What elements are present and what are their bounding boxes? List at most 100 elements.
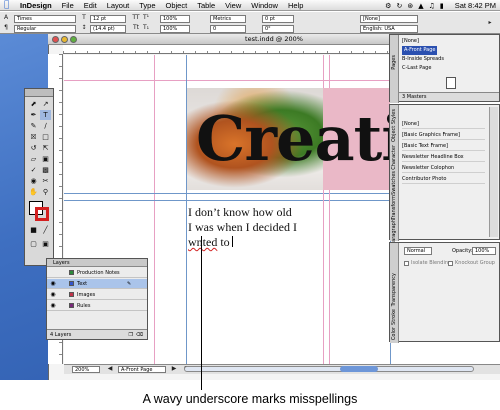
volume-icon[interactable]: ♫ [429, 2, 435, 10]
superscript-icon[interactable]: T¹ [142, 14, 150, 22]
scissors-tool-icon[interactable]: ✂ [40, 176, 51, 186]
font-family-field[interactable]: Times [14, 15, 76, 23]
apply-color-icon[interactable]: ■ [28, 225, 39, 235]
paragraph-mode-icon[interactable]: ¶ [2, 24, 10, 32]
pages-side-tab[interactable]: Pages [390, 35, 399, 103]
baseline-shift-field[interactable]: 0 pt [262, 15, 294, 23]
close-button-icon[interactable] [52, 36, 59, 43]
transparency-tab-label[interactable]: Transparency [391, 273, 397, 306]
menu-clock[interactable]: Sat 8:42 PM [455, 1, 496, 10]
transparency-side-tabs[interactable]: Transparency Stroke Color [390, 243, 399, 343]
object-style-item[interactable]: [Basic Graphics Frame] [402, 130, 485, 140]
eye-icon[interactable]: ◉ [49, 279, 57, 289]
minimize-button-icon[interactable] [61, 36, 68, 43]
isolate-checkbox[interactable] [404, 261, 409, 266]
swatches-tab-label[interactable]: Swatches [391, 171, 397, 195]
zoom-tool-icon[interactable]: ⚲ [40, 187, 51, 197]
font-size-field[interactable]: 12 pt [90, 15, 126, 23]
layers-tab[interactable]: Layers [47, 259, 147, 267]
all-caps-icon[interactable]: TT [132, 14, 140, 22]
eye-icon[interactable]: ◉ [49, 290, 57, 300]
opacity-field[interactable]: 100% [472, 247, 496, 255]
eyedropper-tool-icon[interactable]: ✓ [28, 165, 39, 175]
layer-row[interactable]: ◉ Rules [47, 301, 147, 311]
selection-tool-icon[interactable]: ⬈ [28, 99, 39, 109]
menu-app[interactable]: InDesign [20, 1, 52, 10]
master-item[interactable]: C-Last Page [402, 64, 431, 73]
menu-object[interactable]: Object [166, 1, 188, 10]
layer-row[interactable]: ◉ Text ✎ [47, 279, 147, 289]
language-field[interactable]: English: USA [360, 25, 418, 33]
horizontal-scroll-thumb[interactable] [340, 366, 378, 372]
menu-window[interactable]: Window [251, 1, 278, 10]
kerning-field[interactable]: Metrics [210, 15, 246, 23]
palette-menu-icon[interactable]: ▸ [486, 19, 494, 27]
menu-table[interactable]: Table [197, 1, 215, 10]
gradient-tool-icon[interactable]: ▩ [40, 165, 51, 175]
pen-tool-icon[interactable]: ✒ [28, 110, 39, 120]
preview-view-icon[interactable]: ▣ [40, 239, 51, 249]
layer-row[interactable]: Production Notes [47, 268, 147, 278]
button-tool-icon[interactable]: ◉ [28, 176, 39, 186]
first-page-icon[interactable]: ◀ [106, 365, 114, 373]
shear-tool-icon[interactable]: ▱ [28, 154, 39, 164]
zoom-field[interactable]: 200% [72, 366, 100, 373]
object-style-item[interactable]: Newsletter Colophon [402, 163, 485, 173]
direct-selection-tool-icon[interactable]: ↗ [40, 99, 51, 109]
skew-field[interactable]: 0° [262, 25, 294, 33]
gear-icon[interactable]: ⚙ [385, 2, 391, 10]
subscript-icon[interactable]: T₁ [142, 24, 150, 32]
master-item[interactable]: B-Inside Spreads [402, 55, 444, 64]
rotate-tool-icon[interactable]: ↺ [28, 143, 39, 153]
rectangle-frame-tool-icon[interactable]: ☒ [28, 132, 39, 142]
vertical-scale-field[interactable]: 100% [160, 15, 190, 23]
styles-scrollbar[interactable] [489, 107, 498, 237]
tools-palette-titlebar[interactable] [25, 89, 53, 97]
leading-field[interactable]: (14.4 pt) [90, 25, 126, 33]
page-thumbnail[interactable] [446, 77, 456, 89]
object-style-item[interactable]: [None] [402, 119, 485, 129]
rectangle-tool-icon[interactable]: □ [40, 132, 51, 142]
small-caps-icon[interactable]: Tt [132, 24, 140, 32]
paragraph-tab-label[interactable]: Paragraph [391, 219, 397, 245]
transform-tab-label[interactable]: Transform [391, 195, 397, 220]
character-tab-label[interactable]: Character [391, 145, 397, 170]
page-field[interactable]: A-Front Page [118, 366, 166, 373]
normal-view-icon[interactable]: ▢ [28, 239, 39, 249]
layer-row[interactable]: ◉ Images [47, 290, 147, 300]
menu-type[interactable]: Type [139, 1, 155, 10]
master-item[interactable]: [None] [402, 37, 419, 46]
tracking-field[interactable]: 0 [210, 25, 246, 33]
stroke-swatch[interactable] [35, 207, 49, 221]
hand-tool-icon[interactable]: ✋ [28, 187, 39, 197]
menu-edit[interactable]: Edit [84, 1, 97, 10]
stroke-tab-label[interactable]: Stroke [391, 309, 397, 325]
font-style-field[interactable]: Regular [14, 25, 76, 33]
menu-view[interactable]: View [225, 1, 241, 10]
zoom-button-icon[interactable] [70, 36, 77, 43]
free-transform-tool-icon[interactable]: ▣ [40, 154, 51, 164]
eye-icon[interactable]: ◉ [49, 301, 57, 311]
object-style-item[interactable]: Newsletter Headline Box [402, 152, 485, 162]
horizontal-scrollbar[interactable] [184, 366, 474, 372]
wifi-icon[interactable]: ▲ [418, 2, 423, 10]
next-page-icon[interactable]: ▶ [170, 365, 178, 373]
master-item-selected[interactable]: A-Front Page [402, 46, 438, 55]
apple-menu-icon[interactable]:  [4, 0, 13, 10]
styles-side-tabs[interactable]: Object Styles Character Swatches Transfo… [390, 105, 399, 245]
new-layer-icon[interactable]: ❐ [129, 330, 133, 340]
body-text[interactable]: I don’t know how old I was when I decide… [188, 205, 388, 250]
knockout-checkbox[interactable] [448, 261, 453, 266]
character-style-field[interactable]: [None] [360, 15, 418, 23]
misspelled-word[interactable]: wnted [188, 235, 217, 249]
object-style-item[interactable]: [Basic Text Frame] [402, 141, 485, 151]
blend-mode-select[interactable]: Normal [404, 247, 432, 255]
line-tool-icon[interactable]: ∕ [40, 121, 51, 131]
headline-text[interactable]: Creati [196, 104, 405, 174]
menu-layout[interactable]: Layout [107, 1, 130, 10]
color-tab-label[interactable]: Color [391, 327, 397, 340]
scale-tool-icon[interactable]: ⇱ [40, 143, 51, 153]
sync-icon[interactable]: ↻ [396, 2, 402, 10]
object-style-item[interactable]: Contributor Photo [402, 174, 485, 184]
menu-help[interactable]: Help [288, 1, 303, 10]
